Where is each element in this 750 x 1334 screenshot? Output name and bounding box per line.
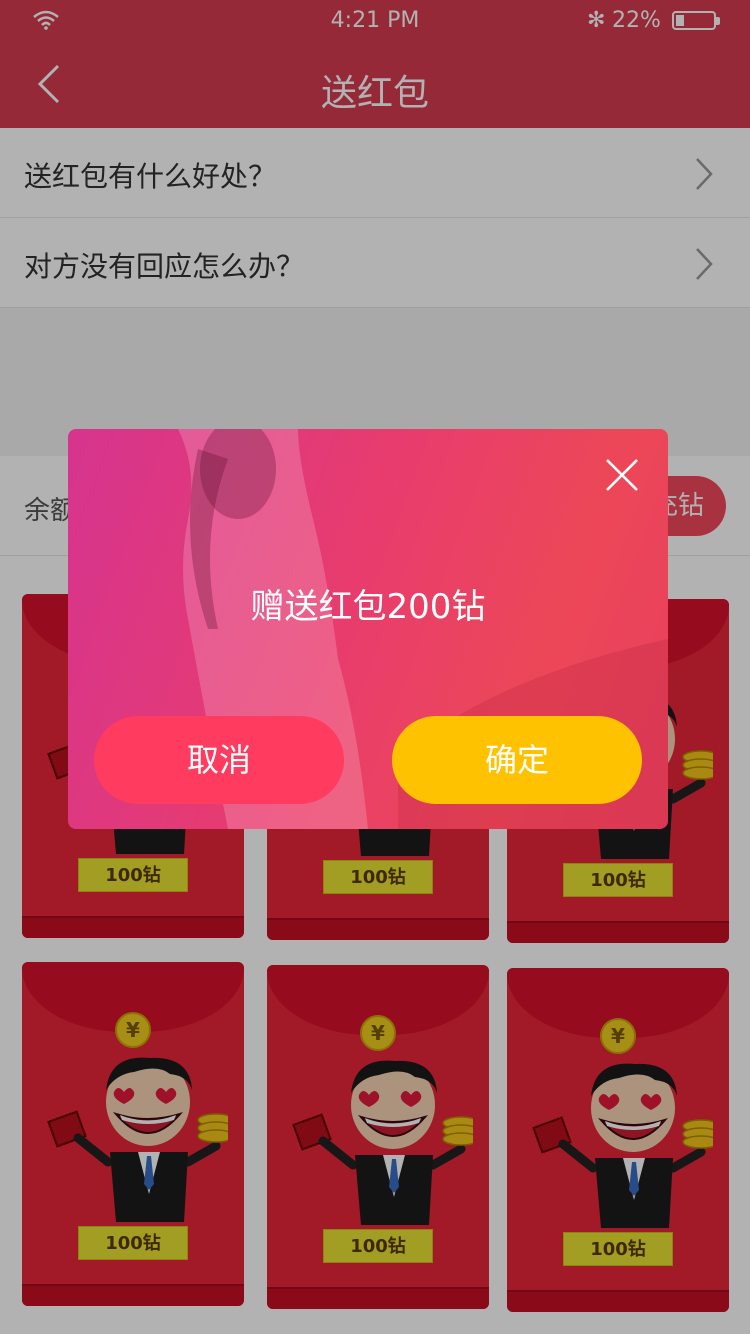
confirm-button[interactable]: 确定	[392, 716, 642, 804]
close-icon[interactable]	[604, 457, 640, 493]
cancel-button[interactable]: 取消	[94, 716, 344, 804]
send-red-envelope-dialog: 赠送红包200钻 取消 确定	[68, 429, 668, 829]
dialog-message: 赠送红包200钻	[250, 587, 486, 627]
